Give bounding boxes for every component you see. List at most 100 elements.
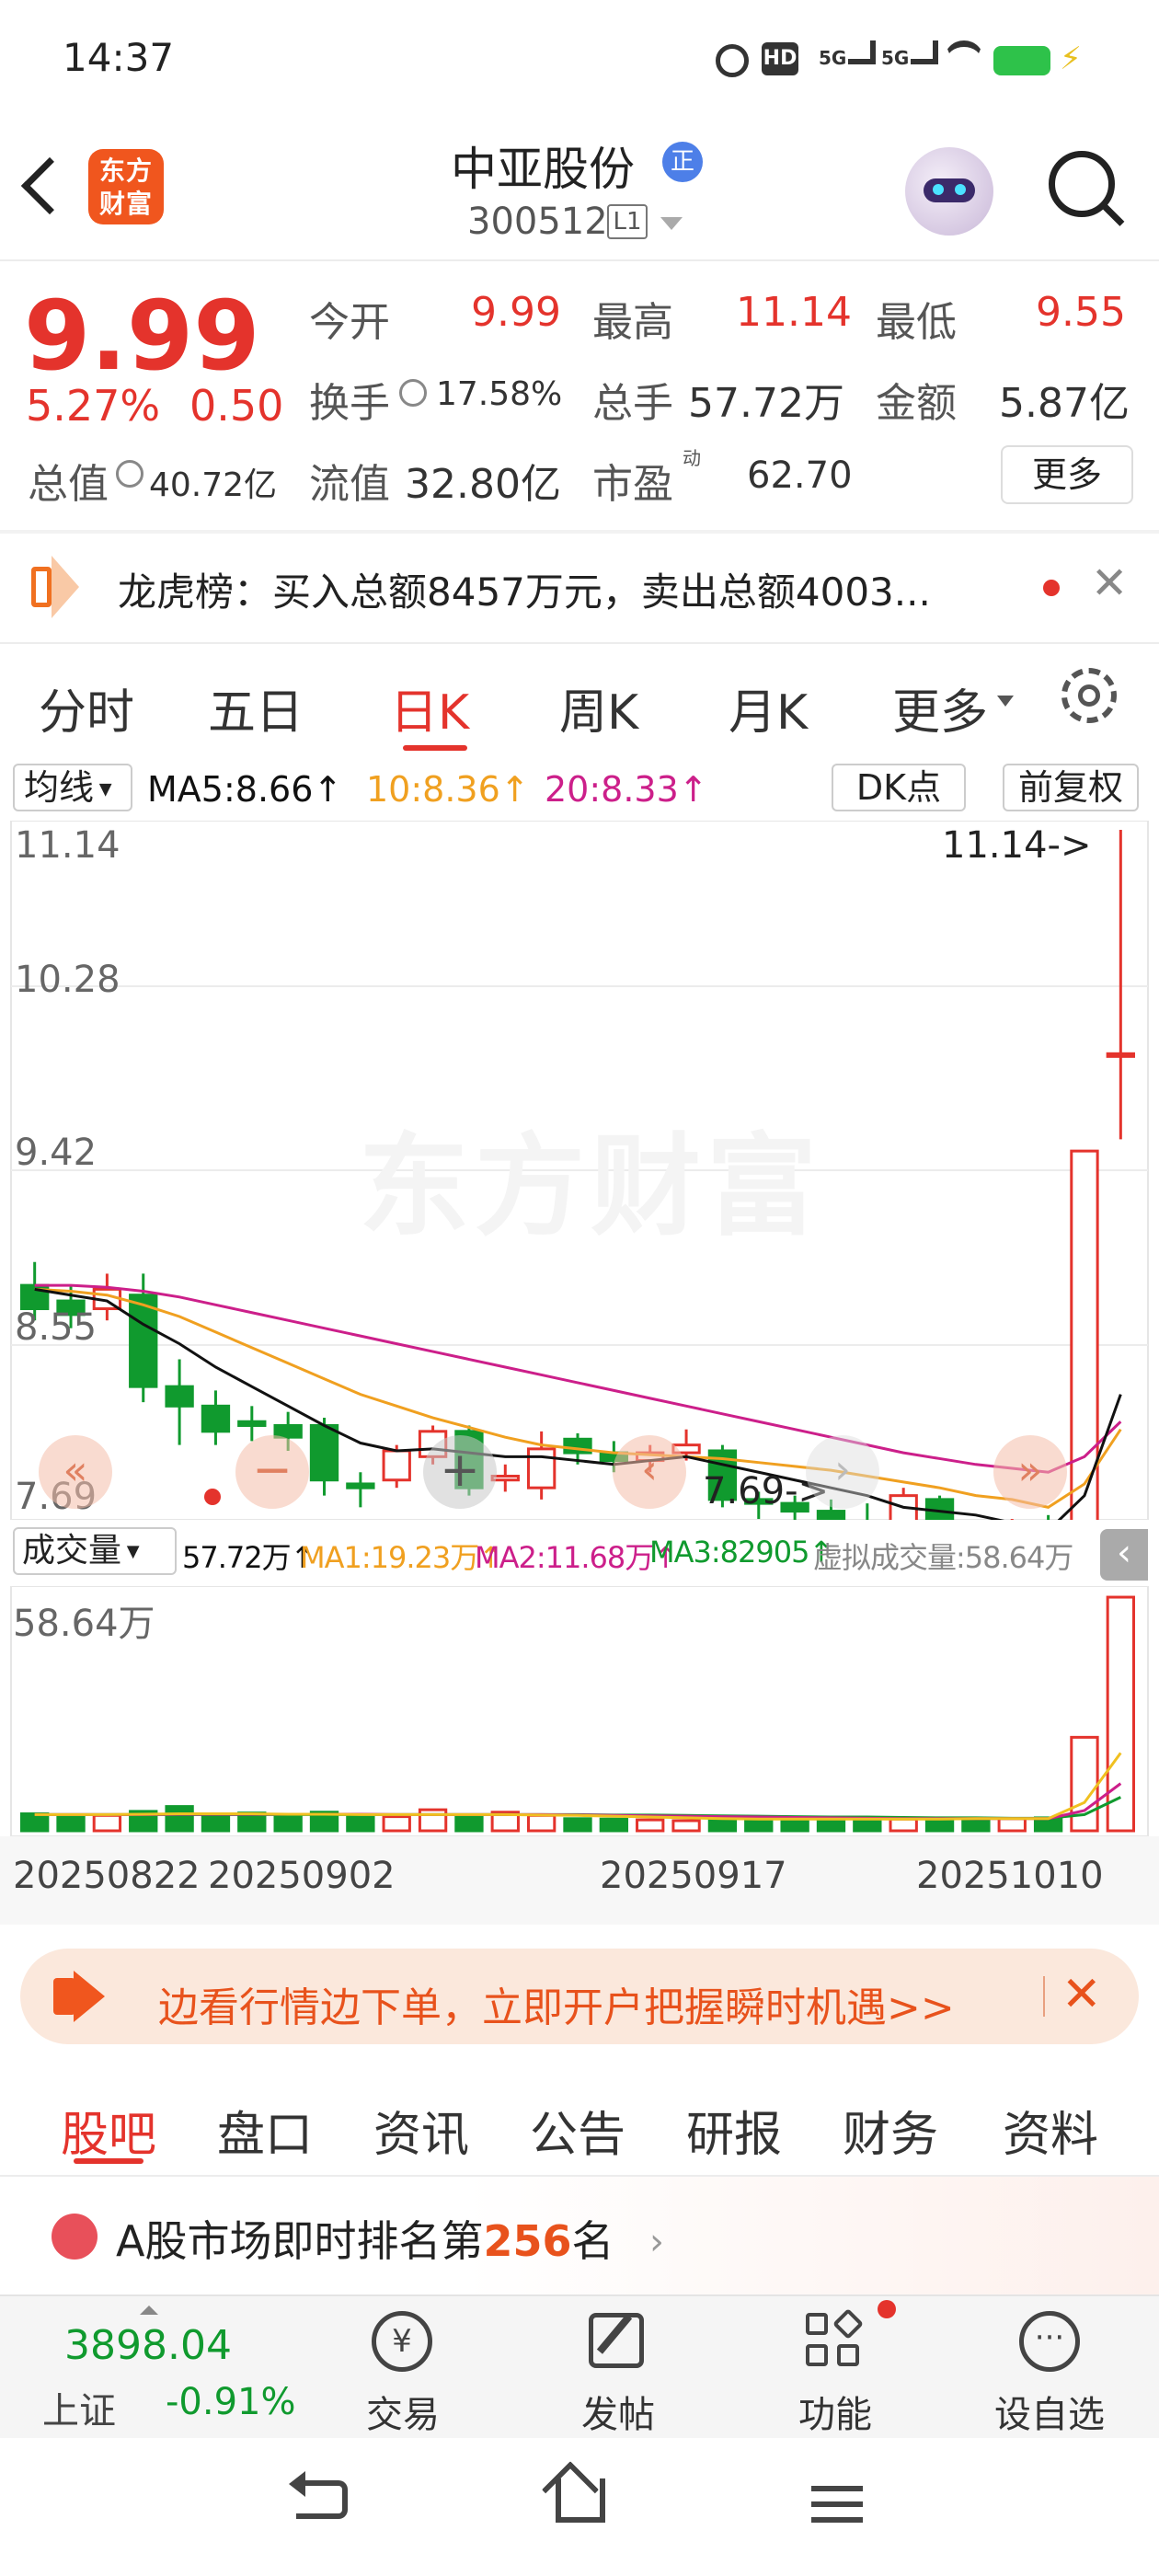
header: 东方财富 中亚股份 正 300512 L1 — [0, 120, 1159, 258]
collapse-panel-icon[interactable]: ‹ — [1100, 1529, 1148, 1581]
speaker-icon — [31, 567, 52, 607]
tab-profile[interactable]: 资料 — [1003, 2096, 1098, 2165]
tab-intraday[interactable]: 分时 — [39, 673, 134, 742]
volume-bar — [707, 1818, 738, 1833]
scroll-left-fast-icon[interactable]: « — [39, 1435, 112, 1509]
post-button[interactable]: 发帖 — [572, 2385, 664, 2438]
tab-financials[interactable]: 财务 — [843, 2096, 938, 2165]
low-label: 最低 — [876, 299, 957, 346]
tab-five-day[interactable]: 五日 — [208, 673, 304, 742]
pe-label: 市盈 — [592, 461, 673, 508]
adjust-button[interactable]: 前复权 — [1003, 764, 1139, 811]
add-watchlist-button[interactable]: 设自选 — [990, 2385, 1109, 2438]
turnover-label: 换手 — [309, 380, 390, 427]
volume-indicator-select[interactable]: 成交量 ▼ — [13, 1527, 177, 1575]
ma5-value: MA5:8.66 — [147, 769, 314, 810]
badge: 正 — [662, 142, 703, 182]
back-icon[interactable] — [20, 156, 79, 215]
volume-bar — [889, 1817, 918, 1833]
dk-point-button[interactable]: DK点 — [832, 764, 966, 811]
volume-bar — [997, 1817, 1027, 1833]
change-value: 0.50 — [189, 381, 284, 431]
volume-bar — [924, 1818, 955, 1833]
caret-up-icon — [140, 2306, 158, 2315]
volume-bar — [454, 1813, 484, 1833]
ranking-number: 256 — [483, 2216, 572, 2266]
charging-icon: ⚡ — [1060, 40, 1082, 77]
chart-toolbar: 均线 ▼ MA5:8.66↑ 10:8.36↑ 20:8.33↑ DK点 前复权 — [0, 760, 1159, 819]
back-nav-arrow — [289, 2471, 305, 2497]
volume-bar — [636, 1818, 665, 1833]
tab-more[interactable]: 更多 — [892, 673, 988, 742]
account-banner[interactable]: 边看行情边下单，立即开户把握瞬时机遇>> ✕ — [20, 1949, 1139, 2044]
tab-weekly-k[interactable]: 周K — [559, 673, 638, 742]
function-button[interactable]: 功能 — [789, 2385, 881, 2438]
volume-bar — [418, 1808, 448, 1833]
open-value: 9.99 — [471, 289, 561, 336]
logo-text: 东方财富 — [98, 155, 153, 219]
scroll-right-icon[interactable]: › — [806, 1435, 879, 1509]
scroll-left-icon[interactable]: ‹ — [613, 1435, 686, 1509]
trade-button[interactable]: 交易 — [357, 2385, 449, 2438]
close-icon[interactable]: ✕ — [1091, 558, 1128, 609]
tab-guba[interactable]: 股吧 — [61, 2096, 156, 2165]
gear-icon-center — [1078, 684, 1100, 707]
tab-daily-k[interactable]: 日K — [390, 673, 469, 742]
bottom-toolbar: 3898.04 上证 -0.91% ¥ 交易 发帖 功能 ··· 设自选 — [0, 2294, 1159, 2438]
quote-panel: 9.99 5.27% 0.50 总值 40.72亿 今开 9.99 最高 11.… — [0, 261, 1159, 528]
megaphone-icon-cone — [74, 1971, 105, 2022]
chevron-right-icon: › — [649, 2221, 664, 2263]
zoom-in-icon[interactable]: + — [423, 1435, 497, 1509]
zoom-out-icon[interactable]: − — [235, 1435, 309, 1509]
indicator-select[interactable]: 均线 ▼ — [13, 764, 132, 811]
tab-news[interactable]: 资讯 — [373, 2096, 469, 2165]
scroll-right-fast-icon[interactable]: » — [993, 1435, 1067, 1509]
ma20-label: 20:8.33↑ — [545, 769, 708, 810]
float-label: 流值 — [309, 461, 390, 508]
notice-bar[interactable]: 龙虎榜：买入总额8457万元，卖出总额4003... ✕ — [0, 534, 1159, 640]
volume-bar — [599, 1817, 629, 1833]
notice-text: 龙虎榜：买入总额8457万元，卖出总额4003... — [118, 569, 931, 615]
indicator-dot — [204, 1489, 221, 1505]
tab-order-book[interactable]: 盘口 — [217, 2096, 313, 2165]
high-value: 11.14 — [736, 289, 852, 336]
x-date-1: 20250822 — [13, 1855, 201, 1897]
more-button[interactable]: 更多 — [1001, 445, 1133, 504]
volume-value: 57.72万 — [688, 380, 844, 427]
turnover-value: 17.58% — [436, 375, 563, 413]
app-logo[interactable]: 东方财富 — [88, 149, 164, 224]
mcap-info-icon[interactable] — [116, 460, 143, 488]
y-label-3: 9.42 — [15, 1132, 98, 1174]
virtual-volume-label: 虚拟成交量:58.64万 — [813, 1540, 1073, 1575]
signal-5g-icon-2: 5G — [881, 40, 939, 69]
volume-chart[interactable]: 58.64万 — [0, 1586, 1159, 1836]
open-label: 今开 — [309, 299, 390, 346]
caret-down-icon[interactable] — [660, 217, 683, 230]
tab-research[interactable]: 研报 — [686, 2096, 782, 2165]
vol-ma3-value: MA3:82905 — [649, 1535, 809, 1570]
mcap-label: 总值 — [28, 461, 109, 508]
ma10-label: 10:8.36↑ — [366, 769, 530, 810]
turnover-info-icon[interactable] — [399, 379, 427, 407]
last-price: 9.99 — [24, 280, 260, 392]
caret-down-icon: ▼ — [94, 779, 112, 799]
volume-indicator-label: 成交量 — [22, 1532, 122, 1570]
volume-svg — [10, 1586, 1149, 1836]
level-badge[interactable]: L1 — [607, 204, 648, 239]
tab-monthly-k[interactable]: 月K — [729, 673, 808, 742]
x-date-3: 20250917 — [600, 1855, 787, 1897]
kline-chart[interactable]: 东方财富 11.14 10.28 9.42 8.55 7.69 11.14-> … — [0, 821, 1159, 1520]
candle-body — [237, 1420, 267, 1427]
close-icon[interactable]: ✕ — [1061, 1967, 1102, 2022]
speaker-icon-cone — [52, 556, 79, 618]
volume-toolbar: 成交量 ▼ 57.72万↑ MA1:19.23万↑ MA2:11.68万↑ MA… — [0, 1524, 1159, 1582]
megaphone-icon — [53, 1978, 75, 2015]
index-value[interactable]: 3898.04 — [64, 2322, 232, 2369]
caret-down-icon: ▼ — [121, 1542, 140, 1561]
robot-avatar-icon[interactable] — [905, 147, 993, 236]
ranking-row[interactable]: A股市场即时排名第256名 › — [0, 2177, 1159, 2294]
volume-bar — [744, 1817, 774, 1833]
candle-body — [201, 1404, 231, 1433]
signal-5g-icon: 5G — [819, 40, 877, 69]
tab-announcements[interactable]: 公告 — [530, 2096, 625, 2165]
